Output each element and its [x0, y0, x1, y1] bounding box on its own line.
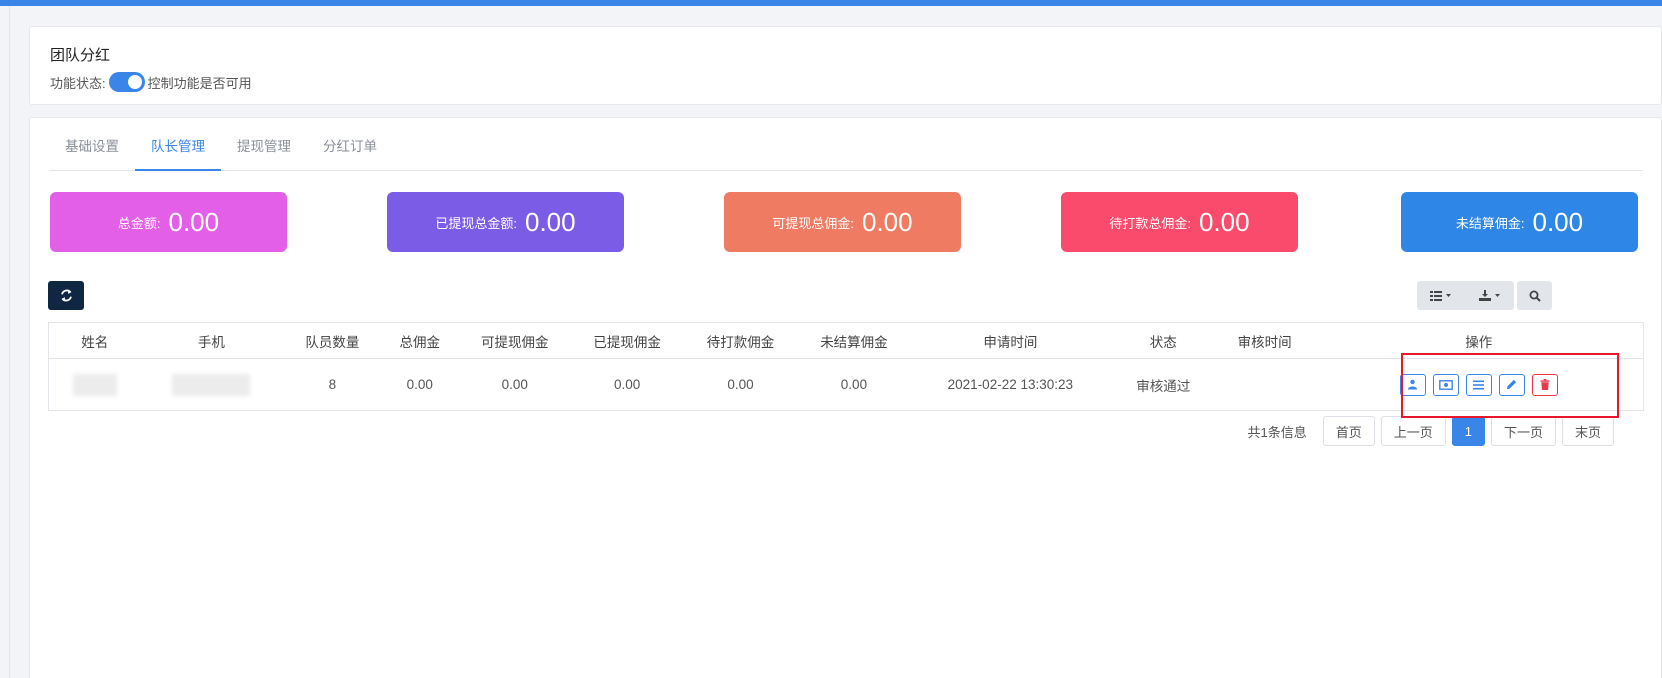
prev-page-button[interactable]: 上一页 [1380, 416, 1446, 446]
captain-table: 姓名 手机 队员数量 总佣金 可提现佣金 已提现佣金 待打款佣金 未结算佣金 申… [48, 322, 1644, 411]
cell-total-commission: 0.00 [382, 358, 458, 411]
download-icon [1478, 290, 1500, 301]
search-tool [1517, 281, 1552, 310]
cell-withdrawn-commission: 0.00 [572, 358, 683, 411]
cell-pending-commission: 0.00 [682, 358, 799, 411]
cell-apply-time: 2021-02-22 13:30:23 [908, 358, 1112, 411]
toggle-knob [127, 75, 142, 89]
table-row: 8 0.00 0.00 0.00 0.00 0.00 2021-02-22 13… [48, 358, 1644, 411]
stat-withdrawable-commission: 可提现总佣金: 0.00 [724, 192, 961, 252]
list-icon [1473, 380, 1485, 389]
table-header-row: 姓名 手机 队员数量 总佣金 可提现佣金 已提现佣金 待打款佣金 未结算佣金 申… [48, 322, 1644, 359]
cell-members: 8 [282, 358, 383, 411]
column-header: 队员数量 [282, 322, 383, 359]
feature-toggle[interactable] [108, 72, 145, 92]
table-tools [1417, 281, 1514, 310]
pagination-info: 共1条信息 [1247, 424, 1307, 440]
pagination: 共1条信息 首页 上一页 1 下一页 末页 [1247, 416, 1614, 446]
cell-review-time [1214, 358, 1315, 411]
stat-value: 0.00 [1199, 206, 1250, 237]
commission-button[interactable] [1432, 373, 1459, 396]
redacted-name [72, 373, 117, 396]
cell-unsettled-commission: 0.00 [798, 358, 909, 411]
cell-actions [1314, 358, 1644, 411]
stat-pending-commission: 待打款总佣金: 0.00 [1061, 192, 1298, 252]
edit-icon [1507, 379, 1517, 390]
sidebar-edge [9, 6, 10, 678]
user-icon [1408, 379, 1418, 390]
column-header: 待打款佣金 [682, 322, 799, 359]
tab-dividend-orders[interactable]: 分红订单 [307, 132, 393, 171]
column-header: 姓名 [48, 322, 141, 359]
tab-basic-settings[interactable]: 基础设置 [49, 132, 135, 171]
first-page-button[interactable]: 首页 [1322, 416, 1375, 446]
action-buttons [1315, 373, 1643, 396]
stat-label: 待打款总佣金: [1109, 215, 1191, 231]
column-header: 申请时间 [908, 322, 1112, 359]
stat-label: 已提现总金额: [435, 215, 517, 231]
search-icon [1529, 290, 1541, 302]
next-page-button[interactable]: 下一页 [1490, 416, 1556, 446]
stat-value: 0.00 [168, 206, 220, 237]
stat-total-amount: 总金额: 0.00 [50, 192, 287, 252]
delete-button[interactable] [1531, 373, 1558, 396]
column-header: 状态 [1111, 322, 1215, 359]
header-card: 团队分红 功能状态: 控制功能是否可用 [29, 26, 1662, 105]
cell-status: 审核通过 [1111, 358, 1215, 411]
cell-withdrawable-commission: 0.00 [457, 358, 573, 411]
stat-value: 0.00 [862, 206, 913, 237]
main-card: 基础设置 队长管理 提现管理 分红订单 总金额: 0.00 已提现总金额: 0.… [29, 117, 1662, 678]
columns-button[interactable] [1417, 281, 1465, 310]
stat-value: 0.00 [525, 206, 576, 237]
last-page-button[interactable]: 末页 [1561, 416, 1614, 446]
stat-label: 可提现总佣金: [772, 215, 854, 231]
stat-label: 未结算佣金: [1455, 215, 1525, 231]
column-header: 已提现佣金 [572, 322, 683, 359]
money-icon [1438, 379, 1453, 390]
column-header: 操作 [1314, 322, 1644, 359]
search-button[interactable] [1517, 281, 1552, 310]
column-header: 审核时间 [1214, 322, 1315, 359]
status-hint: 控制功能是否可用 [147, 75, 252, 91]
detail-button[interactable] [1465, 373, 1492, 396]
redacted-phone [172, 373, 251, 396]
column-header: 未结算佣金 [798, 322, 909, 359]
status-label: 功能状态: [50, 75, 106, 91]
current-page-button[interactable]: 1 [1451, 416, 1485, 446]
export-button[interactable] [1465, 281, 1514, 310]
view-members-button[interactable] [1399, 373, 1426, 396]
tab-withdraw-management[interactable]: 提现管理 [221, 132, 307, 171]
tab-bar: 基础设置 队长管理 提现管理 分红订单 [49, 132, 1643, 171]
trash-icon [1540, 379, 1550, 390]
edit-button[interactable] [1498, 373, 1525, 396]
stat-withdrawn-total: 已提现总金额: 0.00 [387, 192, 624, 252]
column-header: 总佣金 [382, 322, 458, 359]
tab-captain-management[interactable]: 队长管理 [135, 132, 221, 171]
page-title: 团队分红 [50, 47, 111, 64]
column-header: 手机 [140, 322, 283, 359]
cell-phone [140, 358, 283, 411]
cell-name [48, 358, 141, 411]
refresh-button[interactable] [48, 281, 84, 310]
column-header: 可提现佣金 [457, 322, 573, 359]
stat-value: 0.00 [1532, 206, 1584, 237]
refresh-icon [60, 289, 72, 302]
stat-unsettled-commission: 未结算佣金: 0.00 [1401, 192, 1638, 252]
list-icon [1430, 290, 1451, 301]
stat-label: 总金额: [117, 215, 161, 231]
status-row: 功能状态: 控制功能是否可用 [50, 72, 252, 92]
top-accent-bar [0, 0, 1662, 6]
